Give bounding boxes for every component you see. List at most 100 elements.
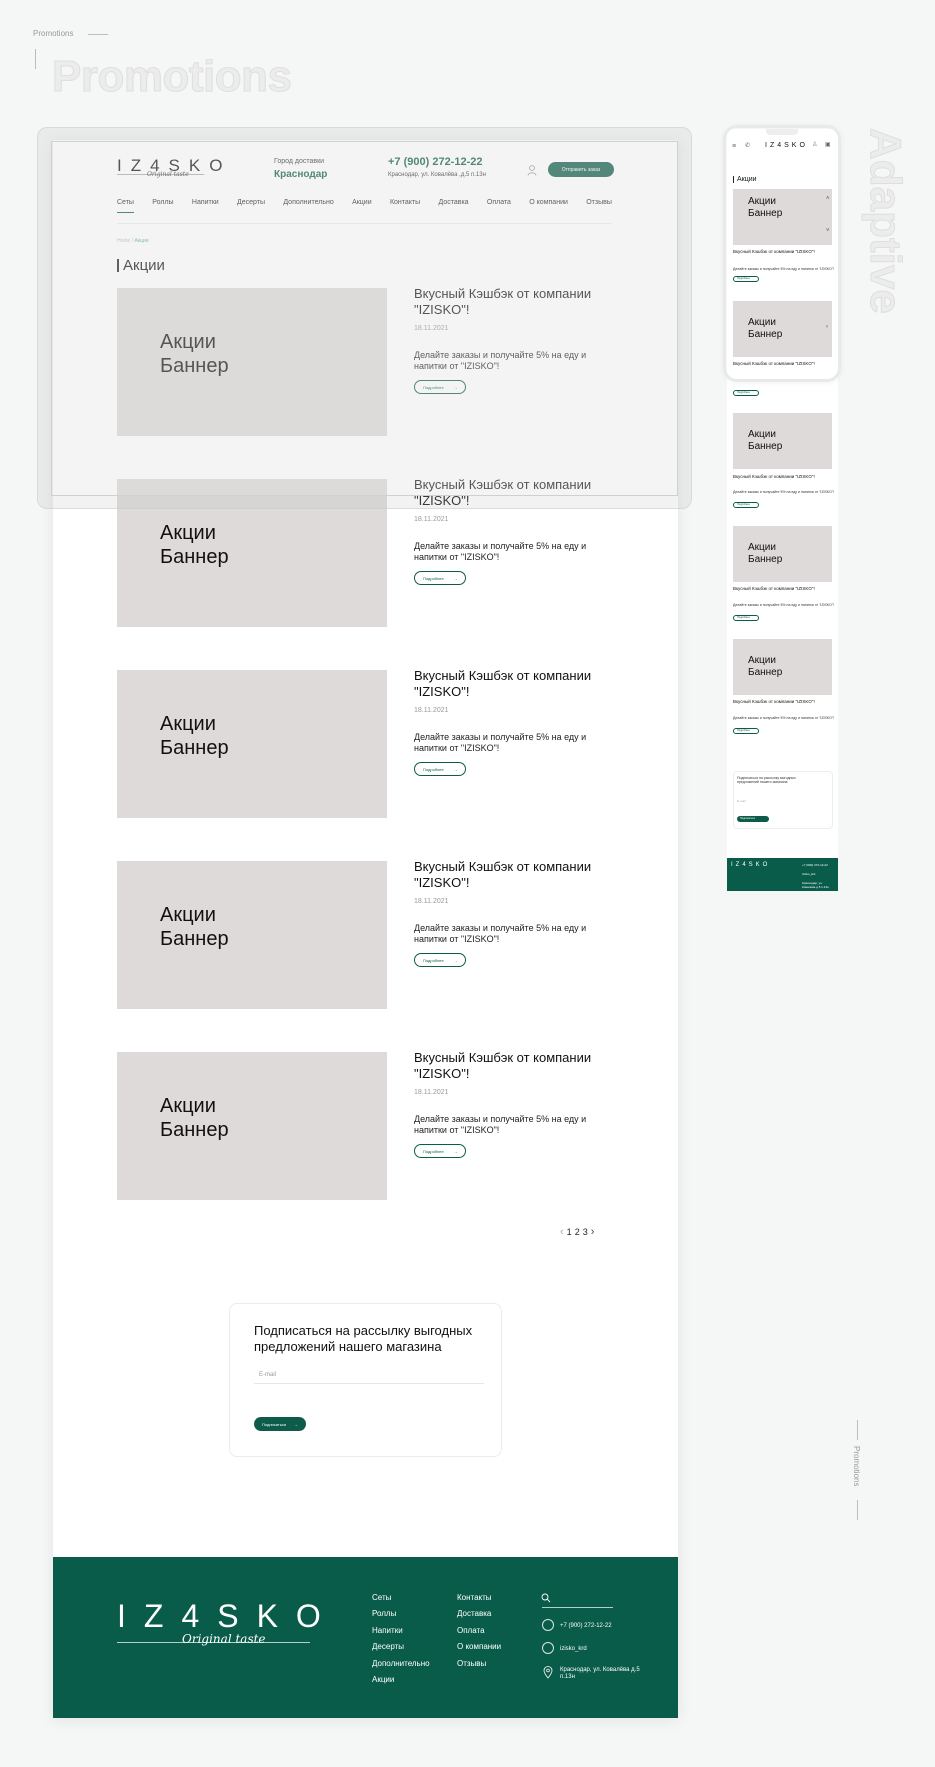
footer-phone[interactable]: +7 (900) 272-12-22 — [560, 1623, 612, 1630]
page-3[interactable]: 3 — [583, 1227, 588, 1237]
promo-banner-text: Акции Баннер — [160, 904, 229, 950]
mobile-footer-instagram[interactable]: izisko_krd — [802, 872, 815, 876]
mobile-promo-title[interactable]: Вкусный Кэшбэк от компании "IZISKO"! — [733, 249, 815, 254]
mobile-promo-title[interactable]: Вкусный Кэшбэк от компании "IZISKO"! — [733, 586, 815, 591]
promo-date: 18.11.2021 — [414, 898, 449, 905]
footer-link[interactable]: Отзывы — [457, 1656, 501, 1672]
promo-title[interactable]: Вкусный Кэшбэк от компании "IZISKO"! — [414, 859, 614, 891]
mobile-promo-desc: Делайте заказы и получайте 5% на еду и н… — [733, 490, 835, 494]
mobile-footer-logo[interactable]: IZ4SKO — [731, 862, 770, 868]
footer-instagram[interactable]: izisko_krd — [560, 1646, 587, 1653]
footer-link[interactable]: Акции — [372, 1672, 430, 1688]
divider — [857, 1500, 858, 1520]
subscribe-title: Подписаться на рассылку выгодных предлож… — [254, 1323, 473, 1354]
promo-date: 18.11.2021 — [414, 1089, 449, 1096]
promo-banner-text: Акции Баннер — [160, 713, 229, 759]
promo-desc: Делайте заказы и получайте 5% на еду и н… — [414, 732, 587, 753]
footer-link[interactable]: Контакты — [457, 1590, 501, 1606]
footer-link[interactable]: О компании — [457, 1639, 501, 1655]
footer-logo[interactable]: IZ4SKO — [117, 1598, 339, 1635]
promo-banner[interactable] — [117, 861, 387, 1009]
arrow-right-icon: → — [453, 766, 458, 772]
adaptive-label: Adaptive — [861, 128, 911, 315]
footer-search-input[interactable] — [542, 1607, 613, 1608]
promo-desc: Делайте заказы и получайте 5% на еду и н… — [414, 541, 587, 562]
more-button[interactable]: Подробнее → — [414, 1144, 466, 1158]
page-1[interactable]: 1 — [567, 1227, 572, 1237]
phone-notch — [766, 129, 798, 135]
footer-logo-tagline: Original taste — [182, 1632, 266, 1646]
more-button[interactable]: Подробнее → — [414, 571, 466, 585]
cart-icon[interactable]: ▣ — [825, 141, 831, 148]
promo-title[interactable]: Вкусный Кэшбэк от компании "IZISKO"! — [414, 1050, 614, 1082]
promo-banner[interactable] — [117, 670, 387, 818]
location-icon — [543, 1666, 553, 1679]
footer-link[interactable]: Десерты — [372, 1639, 430, 1655]
email-field[interactable]: E-mail — [259, 1372, 276, 1378]
prev-page-icon[interactable]: ‹ — [560, 1226, 564, 1238]
footer-link[interactable]: Сеты — [372, 1590, 430, 1606]
mobile-subscribe-title: Подписаться на рассылку выгодных предлож… — [737, 776, 796, 784]
next-page-icon[interactable]: › — [591, 1226, 595, 1238]
chevron-right-icon[interactable]: › — [826, 324, 828, 330]
mobile-page-title: Акции — [733, 176, 757, 183]
divider — [857, 1420, 858, 1440]
mobile-banner-text: Акции Баннер — [748, 655, 783, 678]
phone-icon[interactable]: ✆ — [745, 142, 750, 149]
footer-link[interactable]: Оплата — [457, 1623, 501, 1639]
mobile-more-button[interactable]: Подробнее — [733, 728, 759, 734]
mobile-promo-desc: Делайте заказы и получайте 5% на еду и н… — [733, 716, 835, 720]
mobile-banner-text: Акции Баннер — [748, 542, 783, 565]
subscribe-button[interactable]: Подписаться → — [254, 1417, 306, 1431]
promo-banner-text: Акции Баннер — [160, 522, 229, 568]
footer — [53, 1557, 678, 1718]
more-button-label: Подробнее — [423, 575, 444, 581]
footer-link[interactable]: Роллы — [372, 1606, 430, 1622]
subscribe-button-label: Подписаться — [262, 1421, 286, 1427]
mobile-promo-title[interactable]: Вкусный Кэшбэк от компании "IZISKO"! — [733, 699, 815, 704]
mobile-banner-text: Акции Баннер — [748, 196, 783, 219]
more-button[interactable]: Подробнее → — [414, 762, 466, 776]
promo-desc: Делайте заказы и получайте 5% на еду и н… — [414, 1114, 587, 1135]
chevron-up-icon[interactable]: ˄ — [826, 196, 830, 202]
more-button-label: Подробнее — [423, 957, 444, 963]
promo-banner[interactable] — [117, 1052, 387, 1200]
mobile-more-button[interactable]: Подробнее — [733, 502, 759, 508]
arrow-right-icon: → — [293, 1421, 298, 1427]
whatsapp-icon[interactable] — [542, 1619, 554, 1631]
promo-title[interactable]: Вкусный Кэшбэк от компании "IZISKO"! — [414, 668, 614, 700]
more-button-label: Подробнее — [423, 766, 444, 772]
mobile-more-button[interactable]: Подробнее — [733, 390, 759, 396]
mobile-logo[interactable]: IZ4SKO — [765, 142, 808, 149]
page-2[interactable]: 2 — [575, 1227, 580, 1237]
footer-link[interactable]: Дополнительно — [372, 1656, 430, 1672]
footer-link[interactable]: Напитки — [372, 1623, 430, 1639]
mobile-more-button[interactable]: Подробнее — [733, 276, 759, 282]
menu-icon[interactable]: ≡ — [732, 143, 736, 150]
footer-menu-2: Контакты Доставка Оплата О компании Отзы… — [457, 1590, 501, 1672]
email-underline — [254, 1383, 484, 1384]
mobile-promo-title[interactable]: Вкусный Кэшбэк от компании "IZISKO"! — [733, 474, 815, 479]
more-button-label: Подробнее — [423, 1148, 444, 1154]
mobile-email-field[interactable]: E-mail — [737, 799, 746, 803]
promo-desc: Делайте заказы и получайте 5% на еду и н… — [414, 923, 587, 944]
divider — [88, 34, 108, 35]
side-label: Promotions — [852, 1446, 861, 1487]
pagination: ‹ 1 2 3 › — [560, 1226, 594, 1238]
mobile-promo-desc: Делайте заказы и получайте 5% на еду и н… — [733, 603, 835, 607]
mobile-subscribe-button[interactable]: Подписаться — [737, 816, 769, 822]
instagram-icon[interactable] — [542, 1642, 554, 1654]
footer-menu-1: Сеты Роллы Напитки Десерты Дополнительно… — [372, 1590, 430, 1688]
more-button[interactable]: Подробнее → — [414, 953, 466, 967]
footer-link[interactable]: Доставка — [457, 1606, 501, 1622]
mobile-promo-title[interactable]: Вкусный Кэшбэк от компании "IZISKO"! — [733, 361, 815, 366]
chevron-down-icon[interactable]: ˅ — [826, 228, 830, 234]
mobile-footer-phone[interactable]: +7 (900) 272-12-22 — [802, 863, 828, 867]
promo-date: 18.11.2021 — [414, 516, 449, 523]
mobile-promo-desc: Делайте заказы и получайте 5% на еду и н… — [733, 267, 835, 271]
section-label: Promotions — [33, 29, 74, 38]
user-icon[interactable]: ♙ — [812, 141, 817, 148]
mobile-more-button[interactable]: Подробнее — [733, 615, 759, 621]
search-icon[interactable] — [541, 1593, 551, 1603]
arrow-right-icon: → — [453, 957, 458, 963]
